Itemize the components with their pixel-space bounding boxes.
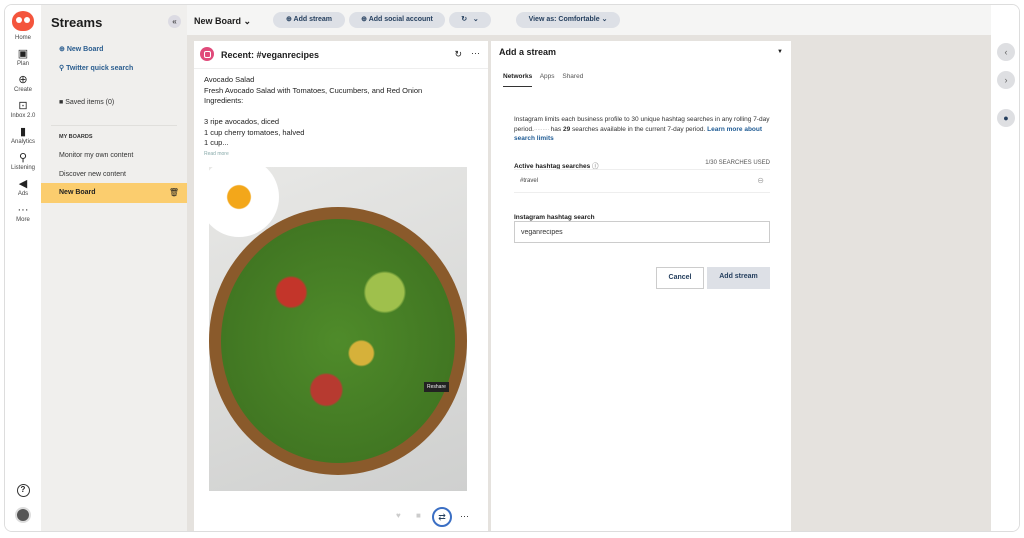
avatar[interactable] bbox=[15, 507, 31, 523]
nav-home[interactable]: Home bbox=[5, 35, 41, 41]
calendar-icon: ▣ bbox=[17, 48, 29, 60]
chevron-down-icon: ⌄ bbox=[472, 16, 479, 23]
chevron-left-icon[interactable]: ‹ bbox=[997, 43, 1015, 61]
searches-used: 1/30 SEARCHES USED bbox=[705, 160, 770, 166]
like-icon[interactable]: ♥ bbox=[396, 511, 401, 520]
board-toolbar: New Board ⌄ ⊕ Add stream ⊕ Add social ac… bbox=[187, 5, 991, 35]
refresh-icon: ↻ bbox=[461, 16, 468, 23]
board-area: New Board ⌄ ⊕ Add stream ⊕ Add social ac… bbox=[187, 5, 991, 531]
post-image[interactable]: Reshare bbox=[199, 157, 467, 491]
board-discover[interactable]: Discover new content bbox=[59, 171, 126, 178]
add-stream-button[interactable]: ⊕ Add stream bbox=[273, 12, 345, 28]
hashtag-search-input[interactable] bbox=[514, 221, 770, 243]
my-boards-heading: MY BOARDS bbox=[59, 134, 93, 140]
nav-ads[interactable]: ◀ Ads bbox=[5, 177, 41, 197]
active-hashtag-row: #travel ⊖ bbox=[514, 169, 770, 193]
nav-inbox[interactable]: ⊡ Inbox 2.0 bbox=[5, 99, 41, 119]
plus-circle-icon: ⊕ bbox=[59, 46, 67, 53]
reshare-button[interactable]: ⇄ bbox=[432, 507, 452, 527]
stream-column: Recent: #veganrecipes ↻ ··· Avocado Sala… bbox=[194, 41, 488, 531]
twitter-quick-search-link[interactable]: ⚲ Twitter quick search bbox=[59, 64, 133, 72]
nav-analytics[interactable]: ▮ Analytics bbox=[5, 125, 41, 145]
more-options-icon[interactable]: ··· bbox=[471, 48, 480, 58]
search-limit-info: Instagram limits each business profile t… bbox=[514, 116, 770, 142]
inbox-icon: ⊡ bbox=[18, 100, 28, 112]
board-new-board[interactable]: New Board 🗑 bbox=[41, 183, 187, 203]
collapse-sidebar-button[interactable]: « bbox=[168, 15, 181, 28]
chevron-right-icon[interactable]: › bbox=[997, 71, 1015, 89]
main-nav: Home ▣ Plan ⊕ Create ⊡ Inbox 2.0 ▮ Analytics… bbox=[5, 5, 41, 531]
instagram-icon bbox=[200, 47, 214, 61]
add-social-account-button[interactable]: ⊕ Add social account bbox=[349, 12, 445, 28]
owl-logo[interactable] bbox=[12, 11, 34, 31]
saved-items-link[interactable]: ■ Saved items (0) bbox=[59, 99, 114, 106]
add-icon[interactable]: ● bbox=[997, 109, 1015, 127]
add-stream-panel: Add a stream ▼ Networks Apps Shared Inst… bbox=[491, 41, 791, 531]
board-title-dropdown[interactable]: New Board ⌄ bbox=[194, 16, 251, 27]
ellipsis-icon: ··· bbox=[17, 204, 29, 216]
new-board-link[interactable]: ⊕ New Board bbox=[59, 45, 103, 53]
tab-apps[interactable]: Apps bbox=[540, 73, 555, 80]
remove-icon[interactable]: ⊖ bbox=[757, 170, 764, 192]
nav-more[interactable]: ··· More bbox=[5, 203, 41, 223]
trash-icon[interactable]: 🗑 bbox=[169, 188, 179, 197]
help-icon[interactable]: ? bbox=[16, 484, 30, 497]
view-as-dropdown[interactable]: View as: Comfortable ⌄ bbox=[516, 12, 620, 28]
cancel-button[interactable]: Cancel bbox=[656, 267, 704, 289]
nav-plan[interactable]: ▣ Plan bbox=[5, 47, 41, 67]
post-text: Avocado Salad Fresh Avocado Salad with T… bbox=[194, 69, 488, 165]
caret-down-icon[interactable]: ▼ bbox=[777, 49, 783, 55]
nav-listening[interactable]: ⚲ Listening bbox=[5, 151, 41, 171]
divider bbox=[51, 125, 177, 126]
megaphone-icon: ◀ bbox=[18, 178, 28, 190]
tab-networks[interactable]: Networks bbox=[503, 73, 533, 87]
post-actions: ♥ ■ ⇄ ··· bbox=[194, 507, 488, 527]
chevron-down-icon: ⌄ bbox=[243, 16, 252, 26]
more-options-icon[interactable]: ··· bbox=[460, 511, 469, 521]
refresh-icon[interactable]: ↻ bbox=[454, 49, 462, 60]
plus-circle-icon: ⊕ bbox=[18, 74, 28, 86]
refresh-dropdown[interactable]: ↻ ⌄ bbox=[449, 12, 491, 28]
reshare-tooltip: Reshare bbox=[424, 382, 449, 392]
tab-shared[interactable]: Shared bbox=[562, 73, 583, 80]
search-label: Instagram hashtag search bbox=[514, 214, 595, 221]
right-rail: ‹ › ● bbox=[991, 5, 1019, 531]
add-stream-submit-button[interactable]: Add stream bbox=[707, 267, 770, 289]
panel-title: Add a stream bbox=[499, 47, 557, 57]
location-pin-icon: ⚲ bbox=[18, 152, 28, 164]
streams-sidebar: Streams « ⊕ New Board ⚲ Twitter quick se… bbox=[41, 5, 187, 531]
nav-create[interactable]: ⊕ Create bbox=[5, 73, 41, 93]
stream-title: Recent: #veganrecipes bbox=[221, 50, 320, 60]
app-window: Home ▣ Plan ⊕ Create ⊡ Inbox 2.0 ▮ Analytics… bbox=[4, 4, 1020, 532]
comment-icon[interactable]: ■ bbox=[416, 511, 421, 520]
bar-chart-icon: ▮ bbox=[19, 126, 27, 138]
board-monitor[interactable]: Monitor my own content bbox=[59, 152, 133, 159]
streams-title: Streams bbox=[51, 15, 103, 30]
